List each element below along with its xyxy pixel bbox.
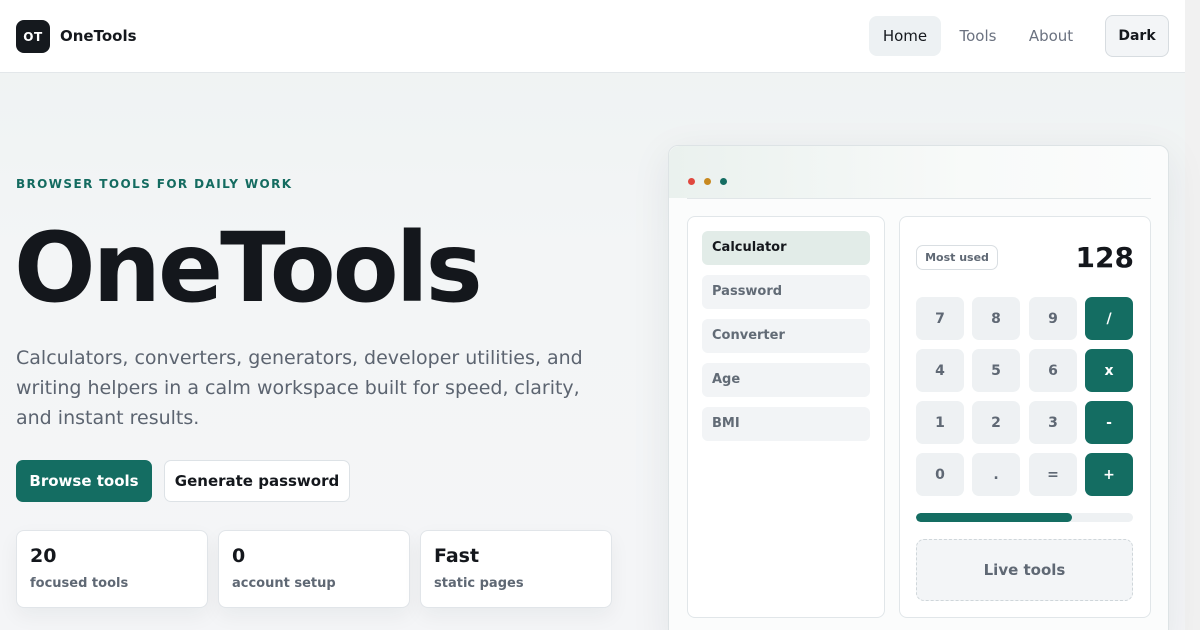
key-divide[interactable]: /: [1085, 297, 1133, 340]
window-dot-green: [720, 178, 727, 185]
key-add[interactable]: +: [1085, 453, 1133, 496]
preview-titlebar: [669, 146, 1168, 198]
tool-menu-panel: Calculator Password Converter Age BMI: [687, 216, 885, 618]
stat-value: Fast: [434, 545, 480, 567]
nav-home[interactable]: Home: [869, 16, 941, 56]
usage-progress-bar: [916, 513, 1133, 522]
stat-card-speed: Fast static pages: [420, 530, 612, 608]
stat-value: 0: [232, 545, 246, 567]
key-4[interactable]: 4: [916, 349, 964, 392]
app-preview-window: Calculator Password Converter Age BMI Mo…: [668, 145, 1169, 630]
key-subtract[interactable]: -: [1085, 401, 1133, 444]
hero-eyebrow: BROWSER TOOLS FOR DAILY WORK: [16, 177, 293, 191]
stat-card-account: 0 account setup: [218, 530, 410, 608]
usage-progress-fill: [916, 513, 1073, 522]
key-3[interactable]: 3: [1029, 401, 1077, 444]
stat-card-tools: 20 focused tools: [16, 530, 208, 608]
menu-item-bmi[interactable]: BMI: [702, 407, 870, 441]
menu-item-calculator[interactable]: Calculator: [702, 231, 870, 265]
page-scrollbar[interactable]: [1185, 0, 1200, 630]
preview-divider: [687, 198, 1151, 199]
menu-item-age[interactable]: Age: [702, 363, 870, 397]
window-dot-red: [688, 178, 695, 185]
hero-description: Calculators, converters, generators, dev…: [16, 347, 583, 429]
key-8[interactable]: 8: [972, 297, 1020, 340]
key-multiply[interactable]: x: [1085, 349, 1133, 392]
hero-title: OneTools: [14, 212, 483, 324]
key-0[interactable]: 0: [916, 453, 964, 496]
key-5[interactable]: 5: [972, 349, 1020, 392]
key-2[interactable]: 2: [972, 401, 1020, 444]
calculator-panel: Most used 128 7 8 9 / 4 5 6 x 1 2 3 - 0 …: [899, 216, 1151, 618]
most-used-badge: Most used: [916, 245, 998, 270]
logo-badge[interactable]: OT: [16, 20, 50, 53]
brand-name[interactable]: OneTools: [60, 27, 137, 45]
calculator-display: 128: [1075, 241, 1134, 274]
key-decimal[interactable]: .: [972, 453, 1020, 496]
menu-item-password[interactable]: Password: [702, 275, 870, 309]
generate-password-button[interactable]: Generate password: [164, 460, 350, 502]
stat-label: static pages: [434, 576, 524, 591]
key-equals[interactable]: =: [1029, 453, 1077, 496]
nav-tools[interactable]: Tools: [949, 16, 1007, 56]
browse-tools-button[interactable]: Browse tools: [16, 460, 152, 502]
menu-item-converter[interactable]: Converter: [702, 319, 870, 353]
key-1[interactable]: 1: [916, 401, 964, 444]
live-tools-box: Live tools: [916, 539, 1133, 601]
top-header: OT OneTools Home Tools About Dark: [0, 0, 1185, 73]
stat-label: account setup: [232, 576, 336, 591]
key-9[interactable]: 9: [1029, 297, 1077, 340]
dark-mode-button[interactable]: Dark: [1105, 15, 1169, 57]
window-dot-amber: [704, 178, 711, 185]
key-6[interactable]: 6: [1029, 349, 1077, 392]
key-7[interactable]: 7: [916, 297, 964, 340]
nav-about[interactable]: About: [1018, 16, 1084, 56]
stat-label: focused tools: [30, 576, 129, 591]
stat-value: 20: [30, 545, 57, 567]
